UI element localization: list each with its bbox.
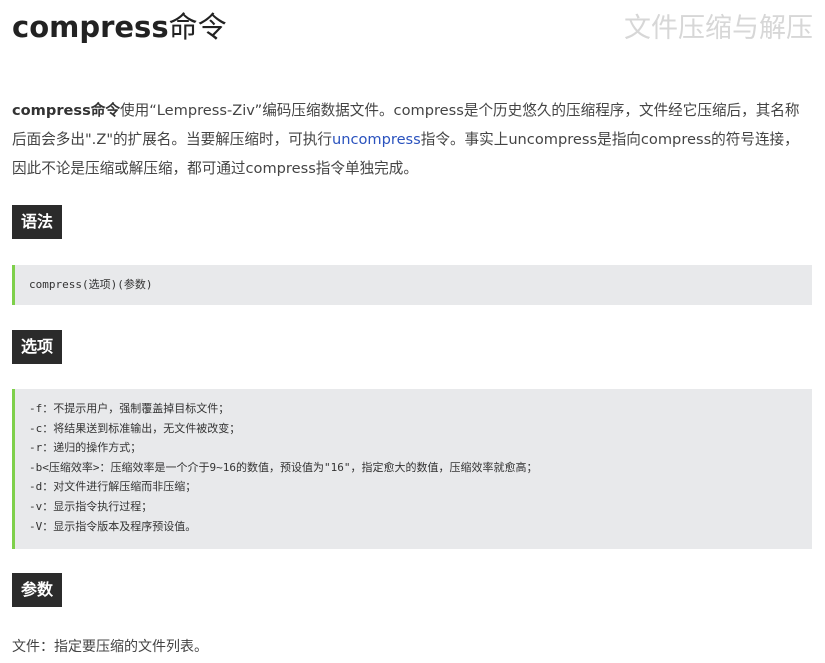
option-line-v: -v：显示指令执行过程； [29,499,153,513]
uncompress-link[interactable]: uncompress [332,131,421,148]
option-line-c: -c：将结果送到标准输出，无文件被改变； [29,421,241,435]
section-heading-params: 参数 [12,573,63,607]
option-line-r: -r：递归的操作方式； [29,441,142,455]
page-title: compress命令 [12,8,227,46]
page-title-suffix: 命令 [168,10,227,44]
option-line-V: -V：显示指令版本及程序预设值。 [29,519,197,533]
page-title-command: compress [12,10,169,44]
syntax-code-line: compress(选项)(参数) [29,278,153,291]
page-category: 文件压缩与解压 [624,13,813,44]
page-header: compress命令 文件压缩与解压 [12,8,813,52]
option-line-d: -d：对文件进行解压缩而非压缩； [29,480,197,494]
syntax-code-block: compress(选项)(参数) [12,265,812,305]
intro-command-name: compress命令 [12,102,120,119]
params-text: 文件：指定要压缩的文件列表。 [12,639,208,655]
section-heading-syntax: 语法 [12,205,63,239]
intro-paragraph: compress命令使用“Lempress-Ziv”编码压缩数据文件。compr… [12,96,812,183]
option-line-b: -b<压缩效率>：压缩效率是一个介于9~16的数值，预设值为"16"，指定愈大的… [29,460,538,474]
section-heading-options: 选项 [12,330,63,364]
option-line-f: -f：不提示用户，强制覆盖掉目标文件； [29,402,230,415]
options-code-block: -f：不提示用户，强制覆盖掉目标文件； -c：将结果送到标准输出，无文件被改变；… [12,389,812,549]
